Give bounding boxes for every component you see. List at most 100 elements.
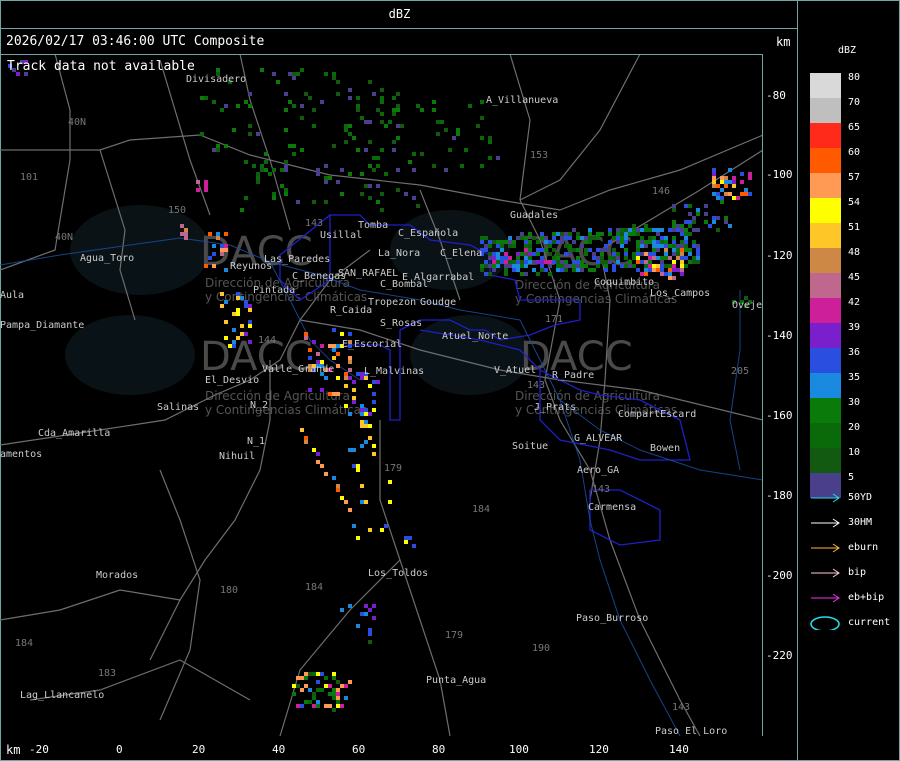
radar-echo-pixel	[244, 196, 248, 200]
radar-echo-pixel	[664, 252, 668, 256]
legend-swatch	[810, 173, 841, 198]
radar-echo-pixel	[728, 192, 732, 196]
place-label: R_Caida	[330, 305, 372, 316]
radar-echo-pixel	[636, 244, 640, 248]
radar-echo-pixel	[692, 220, 696, 224]
radar-echo-pixel	[632, 232, 636, 236]
place-label: Pampa_Diamante	[0, 320, 84, 331]
radar-echo-pixel	[304, 440, 308, 444]
svg-text:40N: 40N	[68, 117, 86, 128]
legend-swatch	[810, 223, 841, 248]
radar-echo-pixel	[332, 344, 336, 348]
radar-echo-pixel	[232, 328, 236, 332]
legend-level-label: 35	[848, 372, 861, 383]
radar-echo-pixel	[372, 616, 376, 620]
radar-echo-pixel	[672, 228, 676, 232]
radar-echo-pixel	[656, 232, 660, 236]
legend-swatch	[810, 323, 841, 348]
radar-echo-pixel	[640, 240, 644, 244]
radar-echo-pixel	[524, 236, 528, 240]
radar-echo-pixel	[636, 232, 640, 236]
radar-echo-pixel	[320, 464, 324, 468]
radar-echo-pixel	[296, 704, 300, 708]
radar-echo-pixel	[720, 176, 724, 180]
radar-echo-pixel	[580, 236, 584, 240]
place-label: Punta_Agua	[426, 675, 486, 686]
radar-echo-pixel	[540, 248, 544, 252]
radar-echo-pixel	[664, 264, 668, 268]
radar-echo-pixel	[288, 144, 292, 148]
radar-echo-pixel	[636, 260, 640, 264]
track-arrow-icon	[811, 568, 840, 578]
place-label: N_2	[250, 400, 268, 411]
radar-echo-pixel	[540, 232, 544, 236]
radar-echo-pixel	[404, 536, 408, 540]
place-label: Nihuil	[219, 451, 255, 462]
radar-echo-pixel	[648, 228, 652, 232]
radar-echo-pixel	[336, 344, 340, 348]
place-label: E_Escorial	[342, 339, 402, 350]
radar-echo-pixel	[560, 264, 564, 268]
radar-echo-pixel	[504, 252, 508, 256]
radar-echo-pixel	[360, 116, 364, 120]
radar-echo-pixel	[492, 268, 496, 272]
radar-echo-pixel	[320, 688, 324, 692]
radar-echo-pixel	[372, 444, 376, 448]
svg-text:179: 179	[384, 463, 402, 474]
radar-echo-pixel	[324, 180, 328, 184]
radar-echo-pixel	[368, 412, 372, 416]
radar-echo-pixel	[184, 236, 188, 240]
radar-echo-pixel	[488, 252, 492, 256]
radar-echo-pixel	[512, 268, 516, 272]
radar-echo-pixel	[512, 240, 516, 244]
radar-echo-pixel	[480, 116, 484, 120]
radar-echo-pixel	[412, 168, 416, 172]
radar-echo-pixel	[504, 264, 508, 268]
radar-echo-pixel	[544, 260, 548, 264]
radar-echo-pixel	[728, 168, 732, 172]
radar-echo-pixel	[724, 220, 728, 224]
radar-echo-pixel	[256, 180, 260, 184]
radar-echo-pixel	[660, 228, 664, 232]
place-label: A_Villanueva	[486, 95, 558, 106]
radar-echo-pixel	[624, 264, 628, 268]
radar-echo-pixel	[360, 612, 364, 616]
radar-echo-pixel	[360, 484, 364, 488]
radar-echo-pixel	[320, 672, 324, 676]
radar-echo-pixel	[360, 408, 364, 412]
radar-echo-pixel	[696, 252, 700, 256]
radar-echo-pixel	[292, 76, 296, 80]
radar-echo-pixel	[316, 352, 320, 356]
radar-echo-pixel	[680, 248, 684, 252]
radar-echo-pixel	[632, 256, 636, 260]
radar-echo-pixel	[516, 256, 520, 260]
radar-echo-pixel	[568, 236, 572, 240]
radar-echo-pixel	[516, 236, 520, 240]
radar-echo-pixel	[432, 164, 436, 168]
radar-echo-pixel	[536, 248, 540, 252]
radar-echo-pixel	[332, 144, 336, 148]
radar-echo-pixel	[724, 184, 728, 188]
radar-echo-pixel	[392, 96, 396, 100]
radar-echo-pixel	[712, 220, 716, 224]
radar-map[interactable]: DACC DACC DACC DACC Dirección de Agricul…	[0, 54, 763, 736]
radar-echo-pixel	[560, 240, 564, 244]
radar-echo-pixel	[356, 108, 360, 112]
radar-echo-pixel	[576, 268, 580, 272]
radar-echo-pixel	[204, 188, 208, 192]
radar-echo-pixel	[356, 372, 360, 376]
radar-echo-pixel	[392, 108, 396, 112]
radar-echo-pixel	[268, 172, 272, 176]
radar-echo-pixel	[344, 140, 348, 144]
radar-echo-pixel	[304, 436, 308, 440]
place-label: L_Malvinas	[364, 366, 424, 377]
radar-echo-pixel	[520, 272, 524, 276]
current-ellipse-icon	[810, 616, 840, 630]
radar-echo-pixel	[668, 228, 672, 232]
radar-echo-pixel	[712, 168, 716, 172]
radar-echo-pixel	[672, 244, 676, 248]
radar-echo-pixel	[236, 312, 240, 316]
radar-echo-pixel	[504, 240, 508, 244]
radar-echo-pixel	[352, 136, 356, 140]
radar-echo-pixel	[480, 136, 484, 140]
